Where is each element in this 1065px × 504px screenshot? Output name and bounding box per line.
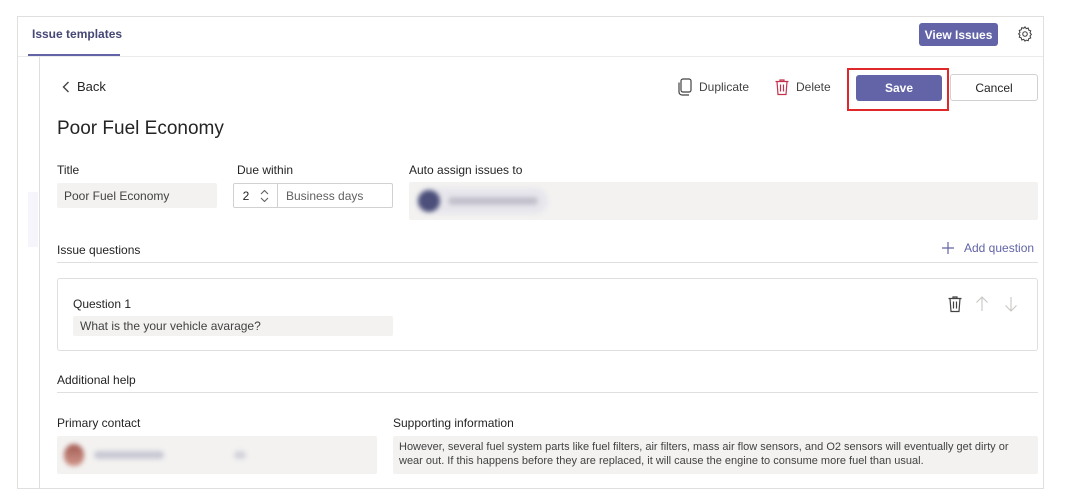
delete-label: Delete [796,80,831,94]
question-label: Question 1 [73,297,132,311]
arrow-up-icon[interactable] [975,296,989,312]
title-field-label: Title [57,163,80,177]
top-bar: Issue templates View Issues [18,17,1043,57]
add-question-button[interactable]: Add question [941,241,1034,255]
back-label: Back [77,79,106,94]
rail-selection-marker [28,192,38,247]
auto-assign-label: Auto assign issues to [409,163,523,177]
question-input[interactable]: What is the your vehicle avarage? [73,316,393,336]
chevron-left-icon [62,81,69,92]
trash-icon[interactable] [947,295,963,313]
save-button[interactable]: Save [856,75,942,101]
trash-icon [775,79,789,96]
contact-remove-redacted [234,451,246,459]
due-within-field: 2 Business days [233,183,393,208]
section-divider [57,392,1038,393]
auto-assign-field[interactable] [409,182,1038,220]
copy-icon [678,78,692,96]
due-within-stepper[interactable] [258,184,270,207]
arrow-down-icon[interactable] [1004,296,1018,312]
primary-contact-chip[interactable] [64,444,246,466]
plus-icon [942,242,954,254]
assignee-name-redacted [448,197,538,205]
due-within-value[interactable]: 2 [234,189,258,203]
page-title: Poor Fuel Economy [57,118,224,139]
question-card: Question 1 What is the your vehicle avar… [57,278,1038,351]
gear-icon[interactable] [1016,25,1034,43]
avatar [418,190,440,212]
avatar [64,444,84,466]
delete-button[interactable]: Delete [774,78,831,96]
supporting-information-field[interactable]: However, several fuel system parts like … [393,436,1038,474]
chevron-down-icon[interactable] [260,197,269,203]
app-frame: Issue templates View Issues Back Duplica… [17,16,1044,489]
contact-name-redacted [94,451,164,459]
primary-contact-field[interactable] [57,436,377,474]
chevron-up-icon[interactable] [260,189,269,195]
cancel-button[interactable]: Cancel [950,74,1038,101]
tab-issue-templates[interactable]: Issue templates [32,27,122,41]
add-question-label: Add question [964,241,1035,255]
duplicate-label: Duplicate [699,80,750,94]
left-rail [18,57,40,489]
duplicate-button[interactable]: Duplicate [677,78,749,96]
title-field[interactable]: Poor Fuel Economy [57,183,217,208]
additional-help-heading: Additional help [57,373,136,387]
assignee-chip[interactable] [416,188,548,214]
back-button[interactable]: Back [62,79,106,94]
primary-contact-label: Primary contact [57,416,141,430]
issue-questions-heading: Issue questions [57,243,141,257]
section-divider [57,262,1038,263]
supporting-information-label: Supporting information [393,416,514,430]
view-issues-button[interactable]: View Issues [919,23,998,46]
due-within-unit[interactable]: Business days [277,184,392,207]
active-tab-indicator [28,54,120,56]
due-within-label: Due within [237,163,294,177]
